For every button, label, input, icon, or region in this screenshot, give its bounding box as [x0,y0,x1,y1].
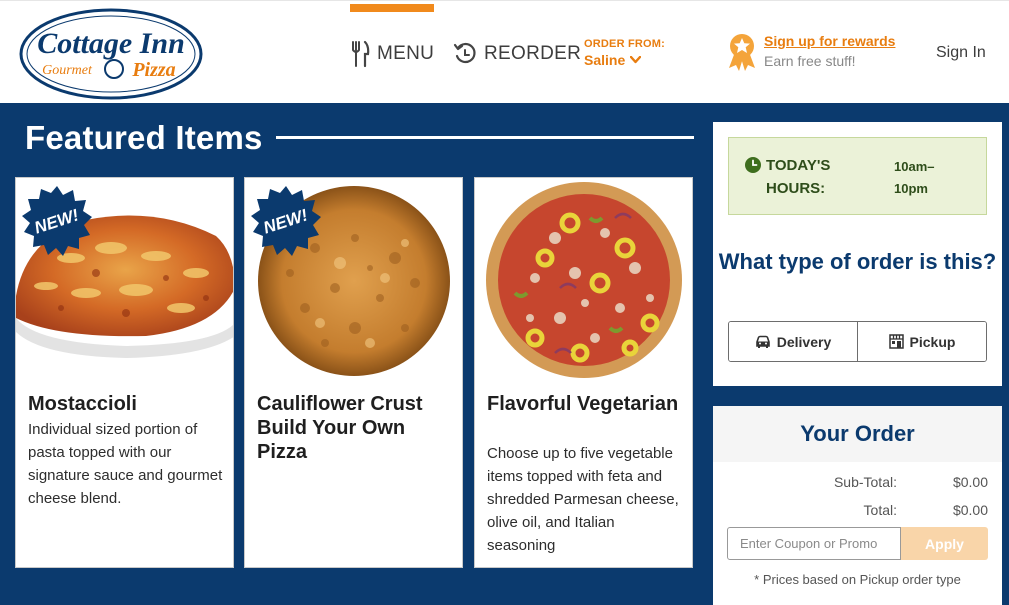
new-badge: NEW! [251,186,321,256]
apply-coupon-button[interactable]: Apply [901,527,988,560]
hours-box: TODAY'S HOURS: 10am–10pm [728,137,987,215]
nav-active-indicator [350,4,434,12]
sign-in-link[interactable]: Sign In [936,44,986,62]
your-order-title: Your Order [713,406,1002,462]
your-order-panel: Your Order Sub-Total: $0.00 Total: $0.00… [713,406,1002,605]
main-content: Featured Items NEW! Mostaccioli Individu… [0,103,1009,605]
featured-items-heading: Featured Items [25,119,263,156]
hours-label: TODAY'S HOURS: [766,157,831,197]
subtotal-value: $0.00 [952,474,988,490]
order-type-question: What type of order is this? [718,249,997,274]
heading-divider [276,136,694,139]
subtotal-label: Sub-Total: [833,474,897,490]
featured-item-card[interactable]: NEW! Cauliflower Crust Build Your Own Pi… [244,177,463,568]
svg-text:Gourmet: Gourmet [42,63,93,78]
featured-item-card[interactable]: Flavorful Vegetarian Choose up to five v… [474,177,693,568]
total-value: $0.00 [952,502,988,518]
item-title[interactable]: Mostaccioli [28,392,228,416]
order-from-label: ORDER FROM: [584,38,666,50]
order-type-toggle: Delivery Pickup [728,321,987,362]
rewards-subtext: Earn free stuff! [764,53,856,69]
rewards-signup-link[interactable]: Sign up for rewards [764,33,895,49]
coupon-input[interactable] [727,527,901,560]
nav-reorder[interactable]: REORDER [453,39,581,69]
chevron-down-icon [630,56,642,64]
nav-reorder-label: REORDER [484,43,582,64]
item-title[interactable]: Cauliflower Crust Build Your Own Pizza [257,392,457,464]
cottage-inn-logo[interactable]: Cottage Inn Gourmet Pizza [19,8,203,100]
fork-knife-icon [352,40,370,68]
featured-item-card[interactable]: NEW! Mostaccioli Individual sized portio… [15,177,234,568]
order-from-value: Saline [584,52,626,68]
delivery-label: Delivery [776,333,832,350]
item-title[interactable]: Flavorful Vegetarian [487,392,687,416]
award-ribbon-icon [729,34,755,71]
item-description: Individual sized portion of pasta topped… [28,421,223,507]
pickup-button[interactable]: Pickup [857,322,986,361]
new-badge: NEW! [22,186,92,256]
vegetarian-pizza-image [486,182,682,378]
pickup-label: Pickup [909,333,956,350]
order-from-selector[interactable]: ORDER FROM: Saline [584,38,665,68]
total-label: Total: [863,502,897,518]
prices-note: * Prices based on Pickup order type [754,572,961,587]
hours-value: 10am–10pm [894,159,935,196]
item-description: Choose up to five vegetable items topped… [487,445,679,554]
svg-text:Pizza: Pizza [131,59,175,81]
nav-menu[interactable]: MENU [350,39,434,69]
order-type-panel: TODAY'S HOURS: 10am–10pm What type of or… [713,122,1002,386]
rewards-promo: Sign up for rewards Earn free stuff! [726,32,895,72]
clock-icon [745,157,761,173]
car-icon [755,335,770,348]
store-icon [888,334,904,349]
order-from-location[interactable]: Saline [584,52,665,68]
svg-text:Cottage Inn: Cottage Inn [37,27,185,60]
reorder-icon [453,42,476,64]
site-header: Cottage Inn Gourmet Pizza MENU REORDER O… [0,0,1009,103]
delivery-button[interactable]: Delivery [729,322,857,361]
nav-menu-label: MENU [377,43,435,64]
